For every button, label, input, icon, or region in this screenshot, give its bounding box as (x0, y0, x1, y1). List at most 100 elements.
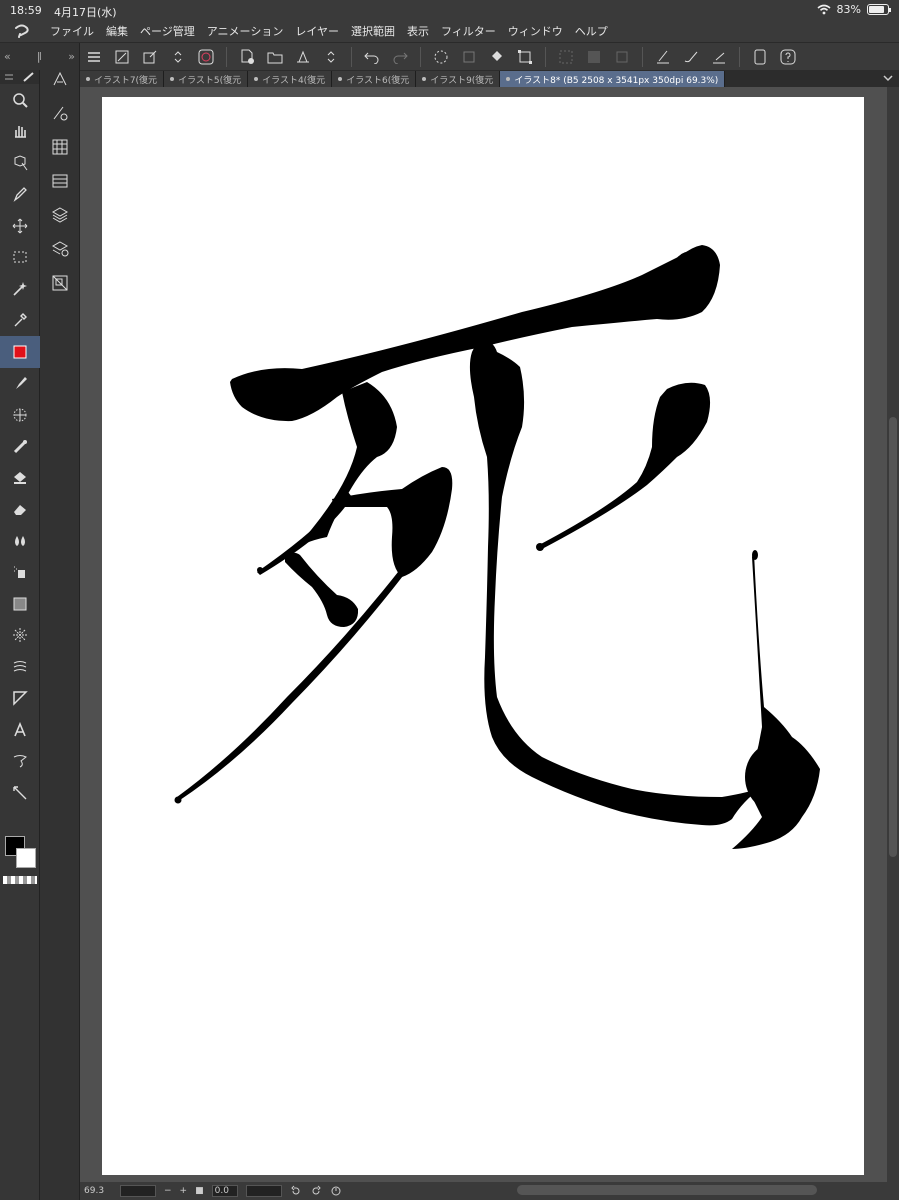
sub-tool-icon[interactable] (40, 62, 80, 96)
menu-item[interactable]: ファイル (44, 23, 100, 39)
wifi-icon (817, 4, 831, 15)
eyedropper-icon[interactable] (0, 305, 40, 337)
figure-icon[interactable] (0, 620, 40, 652)
layer-icon[interactable] (40, 198, 80, 232)
navigator-icon[interactable] (40, 266, 80, 300)
export-icon[interactable] (290, 45, 316, 69)
status-time: 18:59 (10, 4, 42, 17)
timeline-icon[interactable] (40, 164, 80, 198)
menu-item[interactable]: ヘルプ (569, 23, 614, 39)
fill-icon[interactable] (0, 462, 40, 494)
rotate-left-icon[interactable] (290, 1185, 302, 1197)
text-icon[interactable] (0, 714, 40, 746)
menu-item[interactable]: 選択範囲 (345, 23, 401, 39)
zoom-out-button[interactable]: − (164, 1186, 172, 1196)
color-swatch-icon[interactable] (0, 336, 40, 368)
tab-dot-icon (86, 77, 90, 81)
menu-item[interactable]: フィルター (435, 23, 502, 39)
clear-icon[interactable] (456, 45, 482, 69)
toolbar-divider (351, 46, 352, 67)
layer-property-icon[interactable] (40, 232, 80, 266)
frame-icon[interactable] (0, 651, 40, 683)
rotation-value[interactable]: 0.0 (211, 1185, 238, 1197)
menu-item[interactable]: 編集 (100, 23, 134, 39)
menu-icon[interactable] (4, 73, 14, 81)
color-squares[interactable] (5, 836, 37, 870)
tab[interactable]: イラスト4(復元 (248, 71, 333, 87)
undo-icon[interactable] (359, 45, 385, 69)
tab-dot-icon (338, 77, 343, 81)
move-icon[interactable] (0, 210, 40, 242)
tab-label: イラスト8* (B5 2508 x 3541px 350dpi 69.3%) (514, 75, 719, 86)
tool-list (0, 84, 40, 809)
operation-icon[interactable] (0, 147, 40, 179)
smartphone-icon[interactable] (747, 45, 773, 69)
decoration-icon[interactable] (0, 399, 40, 431)
app-logo-icon[interactable] (0, 20, 44, 42)
horizontal-scrollbar[interactable] (517, 1185, 817, 1195)
tool-property-icon[interactable] (40, 96, 80, 130)
pen-icon[interactable] (0, 179, 40, 211)
rotate-right-icon[interactable] (310, 1185, 322, 1197)
invert-selection-icon[interactable] (581, 45, 607, 69)
companion-icon[interactable] (193, 45, 219, 69)
eraser-icon[interactable] (0, 494, 40, 526)
redo-icon[interactable] (387, 45, 413, 69)
fit-icon[interactable]: ■ (195, 1186, 204, 1196)
deselect-icon[interactable] (553, 45, 579, 69)
zoom-slider[interactable] (120, 1185, 156, 1197)
menu-item[interactable]: レイヤー (289, 23, 345, 39)
edit-settings-icon[interactable] (137, 45, 163, 69)
help-icon[interactable] (775, 45, 801, 69)
menu-icon[interactable] (81, 45, 107, 69)
ruler-icon[interactable] (0, 683, 40, 715)
sub-color-swatch[interactable] (16, 848, 36, 868)
brush-settings-icon[interactable] (678, 45, 704, 69)
watercolor-icon[interactable] (0, 525, 40, 557)
tab[interactable]: イラスト5(復元 (164, 71, 249, 87)
hand-icon[interactable] (0, 116, 40, 148)
zoom-in-button[interactable]: + (180, 1186, 188, 1196)
vertical-scrollbar[interactable] (887, 87, 899, 1182)
tab[interactable]: イラスト7(復元 (80, 71, 165, 87)
pen-tab-icon[interactable] (23, 72, 35, 82)
color-set-icon[interactable] (40, 130, 80, 164)
loading-icon[interactable] (428, 45, 454, 69)
auto-select-icon[interactable] (0, 273, 40, 305)
open-folder-icon[interactable] (262, 45, 288, 69)
menu-item[interactable]: ウィンドウ (502, 23, 569, 39)
collapse-left-icon[interactable]: « (4, 50, 11, 63)
canvas-bottom-bar: 69.3 − + ■ 0.0 (80, 1182, 899, 1200)
scrollbar-thumb[interactable] (889, 417, 897, 857)
tab[interactable]: イラスト9(復元 (416, 71, 501, 87)
ruler-settings-icon[interactable] (650, 45, 676, 69)
canvas-area[interactable] (80, 87, 887, 1182)
transparent-color-swatch[interactable] (3, 876, 37, 884)
new-file-icon[interactable] (234, 45, 260, 69)
stroke-settings-icon[interactable] (706, 45, 732, 69)
balloon-icon[interactable] (0, 746, 40, 778)
selection-icon[interactable] (0, 242, 40, 274)
canvas-size-icon[interactable] (109, 45, 135, 69)
airbrush-icon[interactable] (0, 557, 40, 589)
tab[interactable]: イラスト6(復元 (332, 71, 417, 87)
expand-selection-icon[interactable] (609, 45, 635, 69)
stepper-icon-2[interactable] (318, 45, 344, 69)
fill-bucket-icon[interactable] (484, 45, 510, 69)
correct-line-icon[interactable] (0, 777, 40, 809)
transform-icon[interactable] (512, 45, 538, 69)
chevron-down-icon[interactable] (881, 71, 895, 85)
rotation-slider[interactable] (245, 1185, 282, 1197)
gradient-icon[interactable] (0, 588, 40, 620)
tab-active[interactable]: イラスト8* (B5 2508 x 3541px 350dpi 69.3%) (500, 71, 726, 87)
canvas-paper[interactable] (102, 97, 864, 1175)
reset-rotation-icon[interactable] (330, 1185, 342, 1197)
menu-item[interactable]: 表示 (401, 23, 435, 39)
menu-item[interactable]: ページ管理 (134, 23, 201, 39)
blend-icon[interactable] (0, 431, 40, 463)
brush-icon[interactable] (0, 368, 40, 400)
stepper-icon[interactable] (165, 45, 191, 69)
zoom-icon[interactable] (0, 84, 40, 116)
menu-item[interactable]: アニメーション (201, 23, 290, 39)
zoom-value[interactable]: 69.3 (82, 1186, 112, 1196)
